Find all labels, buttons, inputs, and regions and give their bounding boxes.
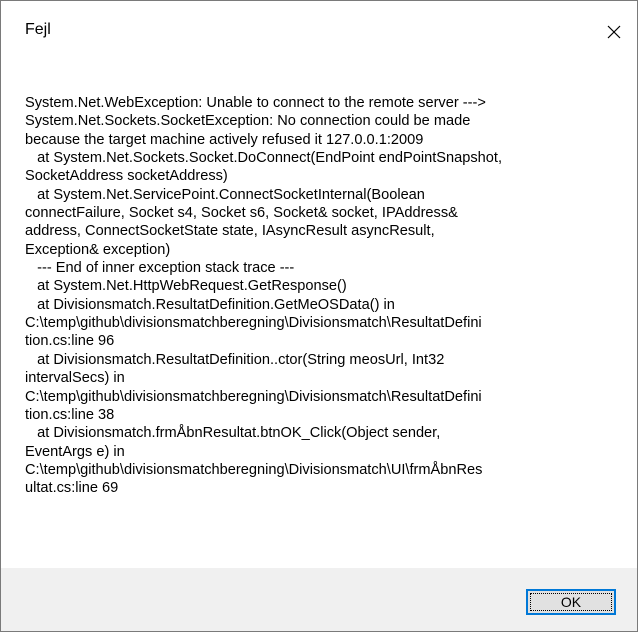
button-bar: OK [1,568,637,631]
close-button[interactable] [591,1,637,63]
close-icon [606,24,622,40]
title-bar[interactable]: Fejl [1,1,637,63]
dialog-title: Fejl [25,21,51,38]
ok-button-label: OK [560,594,582,610]
error-message: System.Net.WebException: Unable to conne… [25,95,502,497]
message-area: System.Net.WebException: Unable to conne… [1,63,637,568]
ok-button[interactable]: OK [526,589,616,615]
error-dialog: Fejl System.Net.WebException: Unable to … [0,0,638,632]
